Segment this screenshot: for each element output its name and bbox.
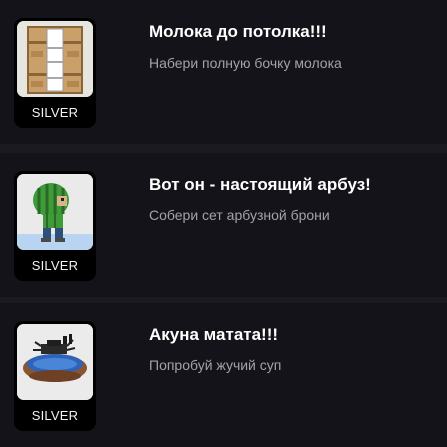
tier-label: SILVER: [31, 258, 79, 273]
milk-barrel-icon: [17, 21, 93, 97]
achievement-row[interactable]: SILVER Молока до потолка!!! Набери полну…: [0, 0, 447, 144]
tier-label: SILVER: [31, 105, 79, 120]
achievement-row[interactable]: SILVER Акуна матата!!! Попробуй жучий су…: [0, 303, 447, 447]
achievement-badge: SILVER: [14, 171, 96, 281]
tier-label: SILVER: [31, 408, 79, 423]
achievements-list: SILVER Молока до потолка!!! Набери полну…: [0, 0, 447, 447]
achievement-description: Попробуй жучий суп: [149, 357, 282, 373]
achievement-badge: SILVER: [14, 321, 96, 431]
bug-soup-icon: [17, 324, 93, 400]
watermelon-armor-icon: [17, 174, 93, 250]
achievement-row[interactable]: SILVER Вот он - настоящий арбуз! Собери …: [0, 153, 447, 297]
achievement-title: Акуна матата!!!: [149, 325, 279, 344]
achievement-badge: SILVER: [14, 18, 96, 128]
achievement-title: Вот он - настоящий арбуз!: [149, 175, 371, 194]
achievement-description: Собери сет арбузной брони: [149, 207, 330, 223]
achievement-description: Набери полную бочку молока: [149, 55, 342, 71]
achievement-title: Молока до потолка!!!: [149, 22, 327, 41]
